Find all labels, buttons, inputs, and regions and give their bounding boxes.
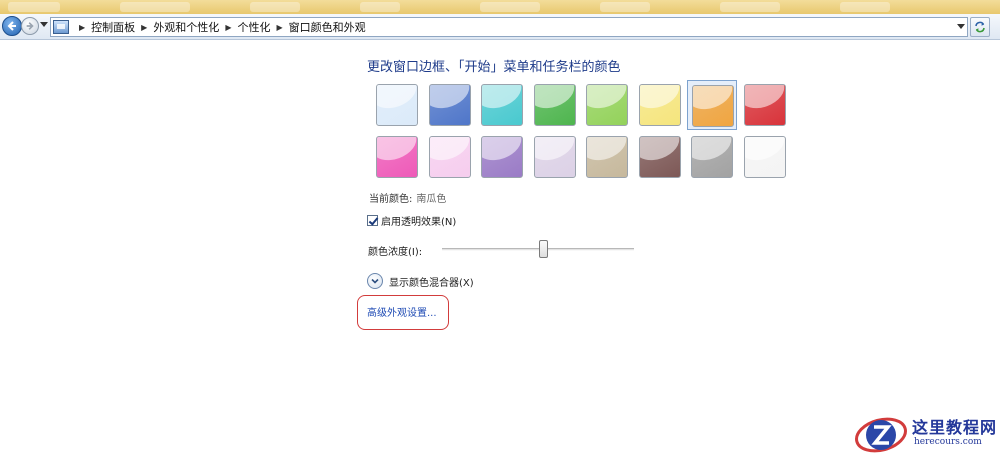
swatch-tile[interactable] (533, 136, 576, 178)
swatch-tile[interactable] (586, 136, 628, 178)
show-color-mixer[interactable]: 显示颜色混合器(X) (367, 273, 474, 289)
swatch-tile[interactable] (428, 84, 471, 126)
color-swatch-leaf[interactable] (530, 80, 580, 130)
arrow-right-icon (26, 22, 34, 30)
tab-ghost (250, 2, 300, 12)
back-button[interactable] (2, 16, 22, 36)
swatch-tile[interactable] (481, 136, 523, 178)
refresh-icon (975, 21, 985, 33)
breadcrumb-appearance[interactable]: 外观和个性化 (153, 19, 219, 35)
tab-strip (0, 0, 1000, 14)
slider-thumb[interactable] (539, 240, 549, 258)
page-title: 更改窗口边框、「开始」菜单和任务栏的颜色 (367, 60, 621, 75)
chevron-right-icon[interactable]: ▶ (141, 23, 147, 32)
chevron-right-icon[interactable]: ▶ (276, 23, 282, 32)
swatch-tile[interactable] (376, 136, 418, 178)
chevron-down-icon[interactable] (957, 24, 965, 29)
color-swatch-ruby[interactable] (740, 80, 790, 130)
control-panel-icon (53, 20, 69, 34)
breadcrumb-personalization[interactable]: 个性化 (237, 19, 270, 35)
transparency-option[interactable]: 启用透明效果(N) (367, 213, 456, 228)
arrow-left-icon (7, 21, 16, 31)
transparency-label[interactable]: 启用透明效果(N) (381, 213, 456, 228)
color-swatch-sea[interactable] (477, 80, 527, 130)
current-color-label: 当前颜色: (369, 194, 413, 205)
swatch-tile[interactable] (428, 136, 471, 178)
color-swatch-chocolate[interactable] (635, 132, 685, 182)
recent-pages-dropdown[interactable] (40, 22, 48, 27)
breadcrumb-control-panel[interactable]: 控制面板 (91, 19, 135, 35)
tab-ghost (360, 2, 400, 12)
color-swatch-lime[interactable] (582, 80, 632, 130)
color-swatch-lightning[interactable] (635, 80, 685, 130)
address-bar[interactable]: ▶ 控制面板 ▶ 外观和个性化 ▶ 个性化 ▶ 窗口颜色和外观 (50, 17, 968, 37)
current-color-value: 南瓜色 (416, 194, 447, 205)
tab-ghost (480, 2, 540, 12)
color-swatch-slate[interactable] (687, 132, 737, 182)
forward-button[interactable] (21, 17, 39, 35)
color-intensity-slider[interactable] (442, 239, 634, 261)
tab-ghost (720, 2, 780, 12)
watermark: 这里教程网 herecours.com (852, 411, 1000, 456)
breadcrumb-window-color[interactable]: 窗口颜色和外观 (289, 19, 366, 35)
navigation-bar: ▶ 控制面板 ▶ 外观和个性化 ▶ 个性化 ▶ 窗口颜色和外观 (0, 14, 1000, 40)
color-swatch-pumpkin[interactable] (687, 80, 737, 130)
transparency-checkbox[interactable] (367, 215, 378, 226)
advanced-appearance-link[interactable]: 高级外观设置... (367, 304, 437, 319)
swatch-tile[interactable] (743, 136, 786, 178)
watermark-url: herecours.com (914, 437, 982, 447)
tab-ghost (8, 2, 60, 12)
current-color: 当前颜色: 南瓜色 (369, 190, 446, 205)
chevron-right-icon[interactable]: ▶ (225, 23, 231, 32)
color-mixer-label[interactable]: 显示颜色混合器(X) (389, 274, 474, 289)
swatch-tile[interactable] (691, 136, 733, 178)
color-swatch-frost[interactable] (740, 132, 790, 182)
chevron-down-icon (371, 278, 379, 284)
refresh-button[interactable] (970, 17, 990, 37)
intensity-label: 颜色浓度(I): (368, 247, 423, 258)
chevron-right-icon[interactable]: ▶ (79, 23, 85, 32)
watermark-name: 这里教程网 (912, 418, 998, 437)
color-swatch-sky[interactable] (372, 80, 422, 130)
color-swatch-taupe[interactable] (582, 132, 632, 182)
color-swatch-twilight[interactable] (425, 80, 475, 130)
color-swatch-fuchsia[interactable] (372, 132, 422, 182)
tab-ghost (840, 2, 890, 12)
slider-track[interactable] (442, 248, 634, 251)
swatch-tile[interactable] (481, 84, 523, 126)
swatch-tile[interactable] (743, 84, 786, 126)
z-logo-icon (855, 417, 907, 453)
color-swatch-lavender[interactable] (530, 132, 580, 182)
color-swatch-blush[interactable] (425, 132, 475, 182)
swatch-tile[interactable] (533, 84, 576, 126)
swatch-tile[interactable] (376, 84, 418, 126)
tab-ghost (120, 2, 190, 12)
swatch-tile[interactable] (638, 136, 681, 178)
color-swatch-violet[interactable] (477, 132, 527, 182)
expand-down-icon[interactable] (367, 273, 383, 289)
swatch-tile[interactable] (692, 85, 734, 127)
swatch-tile[interactable] (638, 84, 681, 126)
tab-ghost (600, 2, 650, 12)
swatch-tile[interactable] (586, 84, 628, 126)
